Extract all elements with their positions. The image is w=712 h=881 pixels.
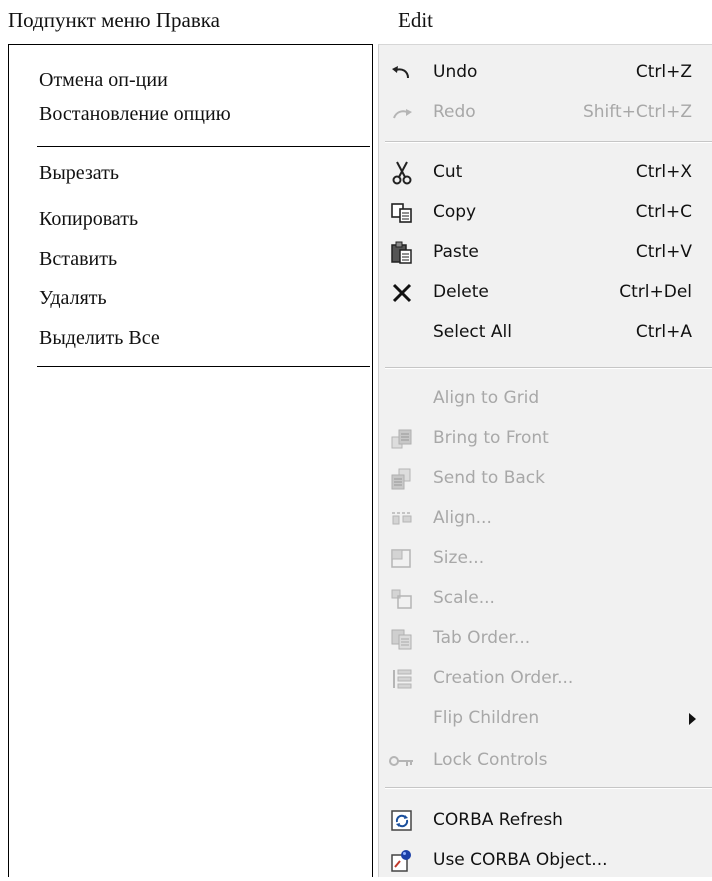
menu-item-lock-controls[interactable]: Lock Controls bbox=[379, 741, 712, 781]
menu-item-label: Delete bbox=[433, 282, 489, 302]
paste-icon bbox=[389, 241, 415, 265]
menu-item-bring-to-front[interactable]: Bring to Front bbox=[379, 419, 712, 459]
translation-redo: Востановление опцию bbox=[39, 103, 231, 125]
menu-item-shortcut: Ctrl+X bbox=[635, 162, 692, 182]
redo-icon bbox=[389, 101, 415, 125]
menu-item-label: Redo bbox=[433, 102, 476, 122]
translation-separator bbox=[37, 146, 370, 147]
menu-item-label: Flip Children bbox=[433, 708, 540, 728]
size-icon bbox=[389, 547, 415, 571]
menu-item-undo[interactable]: Undo Ctrl+Z bbox=[379, 53, 712, 93]
menu-item-send-to-back[interactable]: Send to Back bbox=[379, 459, 712, 499]
menu-item-shortcut: Ctrl+C bbox=[635, 202, 692, 222]
menu-item-label: Align... bbox=[433, 508, 492, 528]
menu-item-shortcut: Ctrl+Z bbox=[635, 62, 692, 82]
menu-item-shortcut: Ctrl+A bbox=[635, 322, 692, 342]
menu-separator bbox=[385, 367, 712, 369]
left-heading: Подпункт меню Правка bbox=[8, 8, 220, 32]
menu-item-align[interactable]: Align... bbox=[379, 499, 712, 539]
menu-item-select-all[interactable]: Select All Ctrl+A bbox=[379, 313, 712, 353]
menu-item-cut[interactable]: Cut Ctrl+X bbox=[379, 153, 712, 193]
tab-order-icon bbox=[389, 627, 415, 651]
align-icon bbox=[389, 507, 415, 531]
menu-item-label: Align to Grid bbox=[433, 388, 540, 408]
menu-item-redo[interactable]: Redo Shift+Ctrl+Z bbox=[379, 93, 712, 133]
menu-item-align-to-grid[interactable]: Align to Grid bbox=[379, 379, 712, 419]
menu-item-flip-children[interactable]: Flip Children bbox=[379, 699, 712, 739]
menu-item-label: Send to Back bbox=[433, 468, 545, 488]
menu-item-label: Undo bbox=[433, 62, 478, 82]
corba-object-icon bbox=[389, 849, 415, 873]
menu-item-shortcut: Ctrl+Del bbox=[619, 282, 692, 302]
menu-item-paste[interactable]: Paste Ctrl+V bbox=[379, 233, 712, 273]
translation-undo: Отмена оп-ции bbox=[39, 69, 168, 91]
translation-copy: Копировать bbox=[39, 208, 139, 230]
menu-item-label: Copy bbox=[433, 202, 477, 222]
menu-item-creation-order[interactable]: Creation Order... bbox=[379, 659, 712, 699]
bring-to-front-icon bbox=[389, 427, 415, 451]
menu-item-corba-refresh[interactable]: CORBA Refresh bbox=[379, 801, 712, 841]
scale-icon bbox=[389, 587, 415, 611]
menu-item-tab-order[interactable]: Tab Order... bbox=[379, 619, 712, 659]
translation-delete: Удалять bbox=[39, 287, 107, 309]
menu-item-label: Creation Order... bbox=[433, 668, 574, 688]
edit-menu: Undo Ctrl+Z Redo Shift+Ctrl+Z Cut Ctrl+X… bbox=[378, 44, 712, 877]
creation-order-icon bbox=[389, 667, 415, 691]
right-heading: Edit bbox=[398, 8, 433, 32]
menu-item-label: Use CORBA Object... bbox=[433, 850, 608, 870]
menu-item-scale[interactable]: Scale... bbox=[379, 579, 712, 619]
submenu-arrow-icon bbox=[689, 713, 696, 725]
menu-item-label: Lock Controls bbox=[433, 750, 548, 770]
menu-item-copy[interactable]: Copy Ctrl+C bbox=[379, 193, 712, 233]
menu-separator bbox=[385, 141, 712, 143]
translation-paste: Вставить bbox=[39, 248, 118, 270]
menu-item-label: Size... bbox=[433, 548, 485, 568]
menu-item-delete[interactable]: Delete Ctrl+Del bbox=[379, 273, 712, 313]
corba-refresh-icon bbox=[389, 809, 415, 833]
scissors-icon bbox=[389, 161, 415, 185]
menu-item-label: CORBA Refresh bbox=[433, 810, 563, 830]
undo-icon bbox=[389, 61, 415, 85]
lock-controls-icon bbox=[389, 749, 415, 773]
menu-item-label: Bring to Front bbox=[433, 428, 549, 448]
menu-item-shortcut: Shift+Ctrl+Z bbox=[582, 102, 692, 122]
copy-icon bbox=[389, 201, 415, 225]
translation-separator bbox=[37, 366, 370, 367]
translation-select-all: Выделить Все bbox=[39, 327, 160, 349]
translation-cut: Вырезать bbox=[39, 162, 120, 184]
menu-item-label: Select All bbox=[433, 322, 512, 342]
menu-item-label: Paste bbox=[433, 242, 479, 262]
menu-item-label: Tab Order... bbox=[433, 628, 531, 648]
menu-item-shortcut: Ctrl+V bbox=[635, 242, 692, 262]
send-to-back-icon bbox=[389, 467, 415, 491]
menu-item-label: Scale... bbox=[433, 588, 495, 608]
menu-item-size[interactable]: Size... bbox=[379, 539, 712, 579]
delete-x-icon bbox=[389, 281, 415, 305]
translation-box: Отмена оп-ции Востановление опцию Выреза… bbox=[8, 44, 373, 877]
menu-item-label: Cut bbox=[433, 162, 463, 182]
menu-separator bbox=[385, 787, 712, 789]
menu-item-use-corba-object[interactable]: Use CORBA Object... bbox=[379, 841, 712, 881]
